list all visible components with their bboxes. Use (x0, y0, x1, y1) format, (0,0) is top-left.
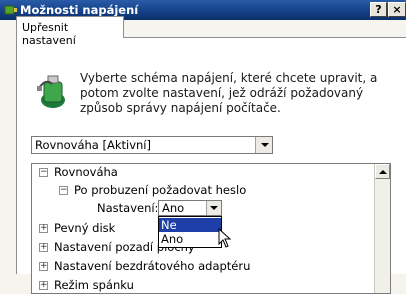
chevron-up-icon (379, 170, 387, 174)
battery-plug-icon (37, 75, 65, 108)
setting-select-dropdown-button[interactable] (206, 201, 221, 215)
tree-item-rovnovaha[interactable]: Rovnováha (54, 165, 118, 179)
expand-icon[interactable]: + (39, 281, 48, 290)
expand-icon[interactable]: + (39, 243, 48, 252)
tree-item-sleep[interactable]: Režim spánku (54, 278, 134, 292)
collapse-icon[interactable]: − (59, 186, 68, 195)
help-button[interactable]: ? (370, 2, 387, 17)
expand-icon[interactable]: + (39, 262, 48, 271)
expand-icon[interactable]: + (39, 224, 48, 233)
scheme-select-dropdown-button[interactable] (255, 137, 272, 153)
setting-dropdown-list: Ne Ano (158, 216, 222, 248)
dropdown-option-ne[interactable]: Ne (159, 218, 221, 232)
chevron-down-icon (261, 143, 269, 147)
intro-text: Vyberte schéma napájení, které chcete up… (80, 71, 378, 115)
setting-select[interactable]: Ano (158, 200, 222, 216)
tree-scrollbar[interactable] (374, 164, 390, 293)
close-button[interactable]: × (388, 2, 406, 17)
chevron-down-icon (210, 206, 218, 210)
tree-item-password-on-wakeup[interactable]: Po probuzení požadovat heslo (74, 183, 246, 197)
power-options-icon (4, 5, 17, 15)
settings-tree[interactable]: − Rovnováha − Po probuzení požadovat hes… (31, 163, 391, 294)
scroll-up-button[interactable] (375, 164, 390, 179)
collapse-icon[interactable]: − (39, 168, 48, 177)
mouse-cursor-icon (218, 228, 232, 248)
setting-label: Nastavení: (97, 201, 159, 215)
tab-advanced-settings[interactable]: Upřesnit nastavení (16, 16, 124, 47)
dropdown-option-ano[interactable]: Ano (159, 232, 221, 246)
setting-select-value: Ano (162, 201, 185, 215)
scheme-select-value: Rovnováha [Aktivní] (35, 138, 151, 152)
scheme-select[interactable]: Rovnováha [Aktivní] (31, 136, 273, 154)
tree-item-hard-disk[interactable]: Pevný disk (54, 221, 115, 235)
window-title: Možnosti napájení (20, 3, 139, 17)
tree-item-wireless-adapter[interactable]: Nastavení bezdrátového adaptéru (54, 259, 250, 273)
